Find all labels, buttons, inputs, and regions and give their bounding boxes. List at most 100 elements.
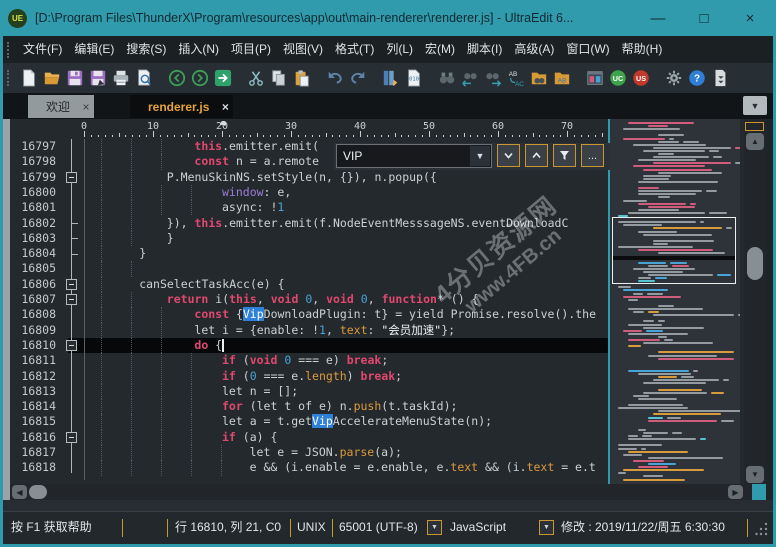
syntax-dropdown-icon[interactable]: ▼ xyxy=(539,520,554,535)
code-line[interactable]: if (a) { xyxy=(222,430,277,445)
find-icon[interactable] xyxy=(435,66,458,90)
code-line[interactable]: let e = JSON.parse(a); xyxy=(250,445,402,460)
fold-collapse-icon[interactable] xyxy=(66,172,77,183)
code-line[interactable]: } xyxy=(167,231,174,246)
find-prev-icon[interactable] xyxy=(458,66,481,90)
menu-item-macro[interactable]: 宏(M) xyxy=(419,36,461,63)
minimap[interactable] xyxy=(610,119,740,484)
tab-close-icon[interactable]: × xyxy=(217,100,233,114)
code-line[interactable]: do { xyxy=(194,338,222,353)
encoding-dropdown-icon[interactable]: ▼ xyxy=(427,520,442,535)
fold-collapse-icon[interactable] xyxy=(66,340,77,351)
menu-item-search[interactable]: 搜索(S) xyxy=(120,36,172,63)
tab-list-dropdown-icon[interactable]: ▼ xyxy=(743,96,767,115)
settings-icon[interactable] xyxy=(662,66,685,90)
toolbar-grip[interactable] xyxy=(7,70,12,86)
find-in-files-icon[interactable] xyxy=(527,66,550,90)
print-preview-icon[interactable] xyxy=(132,66,155,90)
replace-in-files-icon[interactable]: AB xyxy=(550,66,573,90)
code-line[interactable]: window: e, xyxy=(222,185,291,200)
code-line[interactable]: const {VipDownloadPlugin: t} = yield Pro… xyxy=(194,307,596,322)
redo-icon[interactable] xyxy=(346,66,369,90)
code-line[interactable]: if (0 === e.length) break; xyxy=(222,369,402,384)
horizontal-scrollbar-thumb[interactable] xyxy=(29,485,47,499)
tab-close-icon[interactable]: × xyxy=(78,100,94,114)
menu-item-insert[interactable]: 插入(N) xyxy=(172,36,225,63)
menu-item-column[interactable]: 列(L) xyxy=(380,36,419,63)
code-line[interactable]: for (let t of e) n.push(t.taskId); xyxy=(222,399,457,414)
vertical-scrollbar[interactable]: ▲ ▼ xyxy=(744,119,766,484)
save-icon[interactable] xyxy=(63,66,86,90)
menu-item-window[interactable]: 窗口(W) xyxy=(560,36,615,63)
find-prev-button[interactable] xyxy=(525,144,548,167)
tab-renderer-js[interactable]: renderer.js× xyxy=(130,95,233,118)
open-folder-icon[interactable] xyxy=(40,66,63,90)
code-line[interactable]: this.emitter.emit( xyxy=(194,139,319,154)
new-file-icon[interactable] xyxy=(17,66,40,90)
menu-item-edit[interactable]: 编辑(E) xyxy=(68,36,120,63)
cut-icon[interactable] xyxy=(244,66,267,90)
menu-item-format[interactable]: 格式(T) xyxy=(329,36,380,63)
copy-icon[interactable] xyxy=(267,66,290,90)
fold-collapse-icon[interactable] xyxy=(66,432,77,443)
nav-back-icon[interactable] xyxy=(165,66,188,90)
vertical-scrollbar-thumb[interactable] xyxy=(747,247,763,280)
scroll-up-icon[interactable]: ▲ xyxy=(746,133,764,150)
ultracompare-icon[interactable]: UC xyxy=(606,66,629,90)
menu-item-view[interactable]: 视图(V) xyxy=(277,36,329,63)
overflow-icon[interactable] xyxy=(708,66,731,90)
maximize-button[interactable]: □ xyxy=(681,3,727,33)
compare-icon[interactable] xyxy=(583,66,606,90)
scroll-left-icon[interactable]: ◀ xyxy=(12,485,27,499)
menu-item-file[interactable]: 文件(F) xyxy=(17,36,68,63)
close-button[interactable]: × xyxy=(727,3,773,33)
code-line[interactable]: return i(this, void 0, void 0, function*… xyxy=(167,292,479,307)
line-number: 16816 xyxy=(12,430,56,445)
menu-item-project[interactable]: 项目(P) xyxy=(225,36,277,63)
uestudio-icon[interactable]: US xyxy=(629,66,652,90)
find-next-icon[interactable] xyxy=(481,66,504,90)
code-line[interactable]: let i = {enable: !1, text: "会员加速"}; xyxy=(194,323,455,338)
code-line[interactable]: let n = []; xyxy=(222,384,298,399)
menu-item-advanced[interactable]: 高级(A) xyxy=(508,36,560,63)
minimap-viewport[interactable] xyxy=(612,217,736,284)
find-next-button[interactable] xyxy=(497,144,520,167)
fold-collapse-icon[interactable] xyxy=(66,294,77,305)
code-line[interactable]: if (void 0 === e) break; xyxy=(222,353,388,368)
paste-icon[interactable] xyxy=(290,66,313,90)
search-input[interactable]: VIP ▼ xyxy=(336,144,492,168)
code-line[interactable]: canSelectTaskAcc(e) { xyxy=(139,277,284,292)
code-line[interactable]: P.MenuSkinNS.setStyle(n, {}), n.popup({ xyxy=(167,170,437,185)
goto-icon[interactable] xyxy=(211,66,234,90)
code-line[interactable]: } xyxy=(139,246,146,261)
code-line[interactable]: let a = t.getVipAccelerateMenuState(n); xyxy=(222,414,492,429)
menu-item-help[interactable]: 帮助(H) xyxy=(616,36,669,63)
scroll-down-icon[interactable]: ▼ xyxy=(746,466,764,483)
column-mode-icon[interactable] xyxy=(379,66,402,90)
code-line[interactable]: }), this.emitter.emit(f.NodeEventMesssag… xyxy=(167,216,569,231)
print-icon[interactable] xyxy=(109,66,132,90)
code-area[interactable]: 16797this.emitter.emit(16798const n = a.… xyxy=(10,139,608,480)
horizontal-scrollbar[interactable]: ◀ ▶ xyxy=(10,484,752,500)
indent-guide xyxy=(191,185,193,200)
resize-grip[interactable] xyxy=(755,520,769,536)
minimap-current-line xyxy=(613,256,735,260)
tab-welcome[interactable]: 欢迎× xyxy=(28,95,94,118)
nav-forward-icon[interactable] xyxy=(188,66,211,90)
help-icon[interactable]: ? xyxy=(685,66,708,90)
hex-edit-icon[interactable]: 010 xyxy=(402,66,425,90)
code-line[interactable]: e && (i.enable = e.enable, e.text && (i.… xyxy=(250,460,596,475)
menubar-grip[interactable] xyxy=(7,42,12,58)
fold-collapse-icon[interactable] xyxy=(66,279,77,290)
save-as-icon[interactable] xyxy=(86,66,109,90)
chevron-down-icon[interactable]: ▼ xyxy=(470,146,490,166)
menu-item-script[interactable]: 脚本(I) xyxy=(461,36,508,63)
code-line[interactable]: const n = a.remote xyxy=(194,154,319,169)
scroll-right-icon[interactable]: ▶ xyxy=(728,485,743,499)
code-line[interactable]: async: !1 xyxy=(222,200,284,215)
replace-icon[interactable]: ABAC xyxy=(504,66,527,90)
more-options-button[interactable]: ... xyxy=(581,144,604,167)
undo-icon[interactable] xyxy=(323,66,346,90)
minimize-button[interactable]: — xyxy=(635,3,681,33)
filter-button[interactable] xyxy=(553,144,576,167)
